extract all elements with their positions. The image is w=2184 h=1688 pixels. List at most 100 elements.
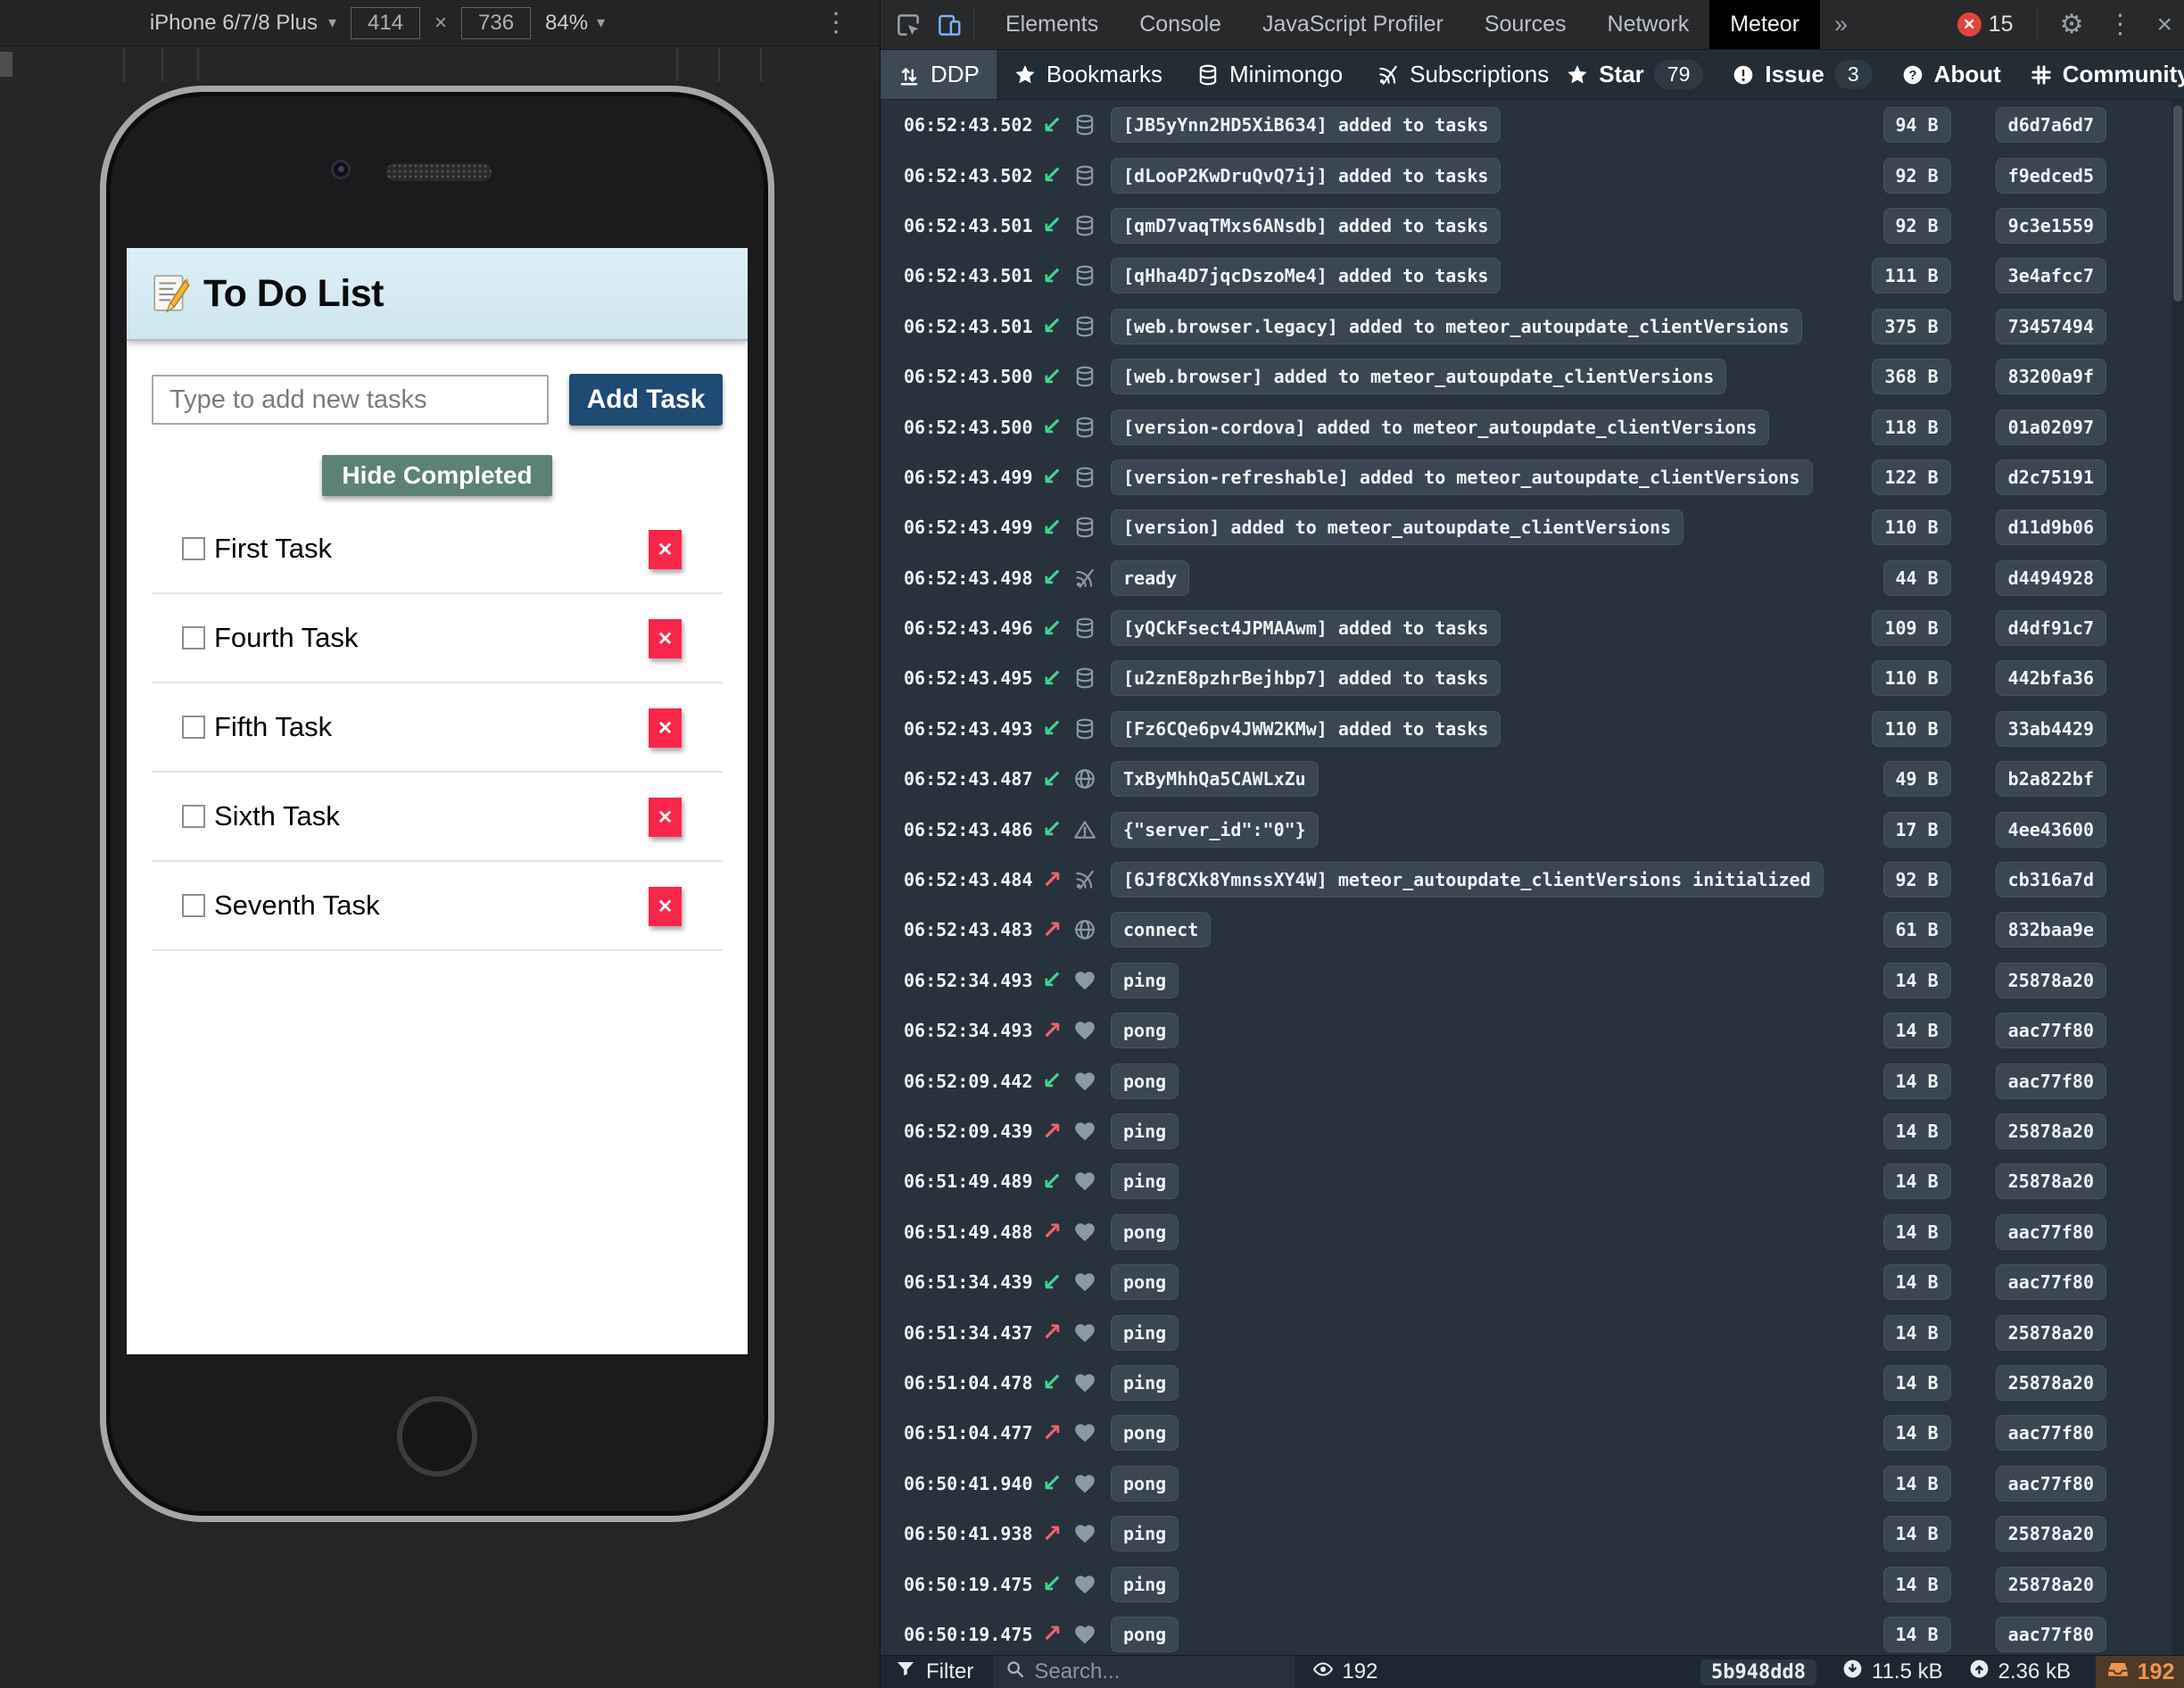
log-row[interactable]: 06:52:43.495↙[u2znE8pzhrBejhbp7] added t… (881, 653, 2172, 703)
log-row[interactable]: 06:50:19.475↗pong14 Baac77f80 (881, 1609, 2172, 1655)
settings-gear-icon[interactable]: ⚙ (2048, 9, 2096, 40)
log-row[interactable]: 06:52:43.486↙{"server_id":"0"}17 B4ee436… (881, 804, 2172, 854)
inspect-element-icon[interactable] (895, 12, 922, 38)
ddp-toolbar-tab-subscriptions[interactable]: Subscriptions (1360, 50, 1566, 99)
log-row[interactable]: 06:52:43.501↙[web.browser.legacy] added … (881, 302, 2172, 352)
device-height-input[interactable] (461, 7, 531, 39)
device-type-select[interactable]: iPhone 6/7/8 Plus ▾ (150, 11, 336, 36)
log-row[interactable]: 06:51:34.439↙pong14 Baac77f80 (881, 1257, 2172, 1307)
log-message: [u2znE8pzhrBejhbp7] added to tasks (1111, 660, 1501, 696)
devtools-tab-network[interactable]: Network (1587, 0, 1710, 49)
error-badge-icon[interactable]: ✕ (1957, 12, 1981, 37)
log-row[interactable]: 06:51:04.478↙ping14 B25878a20 (881, 1358, 2172, 1408)
ddp-toolbar-tab-bookmarks[interactable]: Bookmarks (997, 50, 1179, 99)
log-message: ping (1111, 1113, 1179, 1149)
toggle-device-toolbar-icon[interactable] (936, 12, 963, 38)
broadcast-icon (1073, 868, 1098, 891)
log-row[interactable]: 06:51:04.477↗pong14 Baac77f80 (881, 1408, 2172, 1458)
devtools-tab-console[interactable]: Console (1119, 0, 1242, 49)
log-row[interactable]: 06:52:34.493↗pong14 Baac77f80 (881, 1005, 2172, 1055)
delete-task-button[interactable]: ✕ (649, 530, 682, 569)
search-input[interactable] (1034, 1659, 1248, 1684)
filter-toggle[interactable]: Filter (881, 1659, 973, 1686)
log-row[interactable]: 06:52:43.484↗[6Jf8CXk8YmnssXY4W] meteor_… (881, 855, 2172, 905)
close-devtools-icon[interactable]: × (2145, 10, 2184, 40)
incoming-arrow-icon: ↙ (1038, 665, 1066, 692)
delete-task-button[interactable]: ✕ (649, 708, 682, 748)
heart-icon (1073, 1522, 1098, 1545)
ddp-action-star[interactable]: Star79 (1566, 60, 1703, 89)
devtools-tab-meteor[interactable]: Meteor (1709, 0, 1820, 49)
meteor-ddp-toolbar: DDP Bookmarks Minimongo Subscriptions St… (881, 50, 2184, 100)
task-checkbox[interactable] (182, 626, 205, 650)
device-zoom-select[interactable]: 84% ▾ (545, 11, 605, 36)
database-icon (1073, 717, 1098, 741)
log-message: [version-refreshable] added to meteor_au… (1111, 459, 1813, 495)
log-row[interactable]: 06:52:43.499↙[version-refreshable] added… (881, 452, 2172, 502)
log-row[interactable]: 06:52:43.500↙[version-cordova] added to … (881, 401, 2172, 451)
delete-task-button[interactable]: ✕ (649, 887, 682, 926)
task-checkbox[interactable] (182, 537, 205, 560)
devtools-tab-javascript-profiler[interactable]: JavaScript Profiler (1242, 0, 1464, 49)
ddp-toolbar-tab-ddp[interactable]: DDP (881, 50, 997, 99)
ruler-tick (760, 47, 762, 81)
ddp-action-label: Community (2063, 61, 2184, 88)
log-hash: aac77f80 (1996, 1466, 2106, 1502)
add-task-button[interactable]: Add Task (569, 374, 723, 426)
community-icon (2030, 63, 2053, 87)
log-row[interactable]: 06:50:41.940↙pong14 Baac77f80 (881, 1459, 2172, 1509)
log-hash: 4ee43600 (1996, 812, 2106, 848)
devtools-options-kebab-icon[interactable]: ⋮ (2095, 9, 2145, 40)
new-task-input[interactable] (152, 375, 549, 425)
log-row[interactable]: 06:52:43.500↙[web.browser] added to mete… (881, 352, 2172, 401)
log-row[interactable]: 06:52:43.498↙ready44 Bd4494928 (881, 553, 2172, 603)
log-size: 14 B (1883, 1466, 1951, 1502)
log-row[interactable]: 06:50:41.938↗ping14 B25878a20 (881, 1509, 2172, 1559)
device-toolbar-options-icon[interactable]: ⋮ (823, 7, 849, 39)
log-row[interactable]: 06:52:09.439↗ping14 B25878a20 (881, 1106, 2172, 1156)
log-row[interactable]: 06:51:49.488↗pong14 Baac77f80 (881, 1207, 2172, 1257)
log-row[interactable]: 06:52:43.501↙[qmD7vaqTMxs6ANsdb] added t… (881, 201, 2172, 251)
task-item: Fourth Task ✕ (152, 594, 723, 683)
log-message: [Fz6CQe6pv4JWW2KMw] added to tasks (1111, 711, 1501, 747)
ddp-action-about[interactable]: ? About (1901, 61, 2001, 88)
heart-icon (1073, 1321, 1098, 1345)
delete-task-button[interactable]: ✕ (649, 619, 682, 658)
task-checkbox[interactable] (182, 805, 205, 828)
log-timestamp: 06:52:43.501 (904, 265, 1038, 286)
log-row[interactable]: 06:52:43.502↙[JB5yYnn2HD5XiB634] added t… (881, 100, 2172, 150)
database-icon (1073, 164, 1098, 187)
log-row[interactable]: 06:52:43.501↙[qHha4D7jqcDszoMe4] added t… (881, 251, 2172, 301)
log-row[interactable]: 06:52:43.496↙[yQCkFsect4JPMAAwm] added t… (881, 603, 2172, 653)
log-row[interactable]: 06:52:34.493↙ping14 B25878a20 (881, 956, 2172, 1005)
log-row[interactable]: 06:52:43.487↙TxByMhhQa5CAWLxZu49 Bb2a822… (881, 754, 2172, 804)
ddp-action-issue[interactable]: Issue3 (1732, 60, 1872, 89)
delete-task-button[interactable]: ✕ (649, 798, 682, 837)
outgoing-arrow-icon: ↗ (1038, 916, 1066, 944)
log-message: ready (1111, 560, 1189, 596)
log-row[interactable]: 06:50:19.475↙ping14 B25878a20 (881, 1559, 2172, 1609)
log-row[interactable]: 06:51:34.437↗ping14 B25878a20 (881, 1307, 2172, 1357)
log-row[interactable]: 06:52:43.483↗connect61 B832baa9e (881, 905, 2172, 955)
hide-completed-button[interactable]: Hide Completed (322, 455, 551, 496)
more-tabs-icon[interactable]: » (1820, 11, 1862, 38)
database-icon (1073, 365, 1098, 388)
log-row[interactable]: 06:52:43.502↙[dLooP2KwDruQvQ7ij] added t… (881, 150, 2172, 200)
task-checkbox[interactable] (182, 716, 205, 739)
ddp-action-community[interactable]: Community (2030, 61, 2184, 88)
ddp-toolbar-tab-minimongo[interactable]: Minimongo (1179, 50, 1360, 99)
incoming-arrow-icon: ↙ (1038, 1369, 1066, 1396)
task-checkbox[interactable] (182, 894, 205, 917)
device-width-input[interactable] (351, 7, 420, 39)
log-hash: 25878a20 (1996, 1516, 2106, 1551)
log-row[interactable]: 06:52:43.493↙[Fz6CQe6pv4JWW2KMw] added t… (881, 704, 2172, 754)
log-message: ping (1111, 963, 1179, 998)
log-row[interactable]: 06:51:49.489↙ping14 B25878a20 (881, 1156, 2172, 1206)
log-timestamp: 06:50:19.475 (904, 1574, 1038, 1595)
log-row[interactable]: 06:52:09.442↙pong14 Baac77f80 (881, 1055, 2172, 1105)
devtools-tab-sources[interactable]: Sources (1464, 0, 1587, 49)
error-count: 15 (1989, 12, 2014, 37)
devtools-tab-elements[interactable]: Elements (985, 0, 1119, 49)
scrollbar-thumb[interactable] (2173, 105, 2182, 302)
log-row[interactable]: 06:52:43.499↙[version] added to meteor_a… (881, 502, 2172, 552)
